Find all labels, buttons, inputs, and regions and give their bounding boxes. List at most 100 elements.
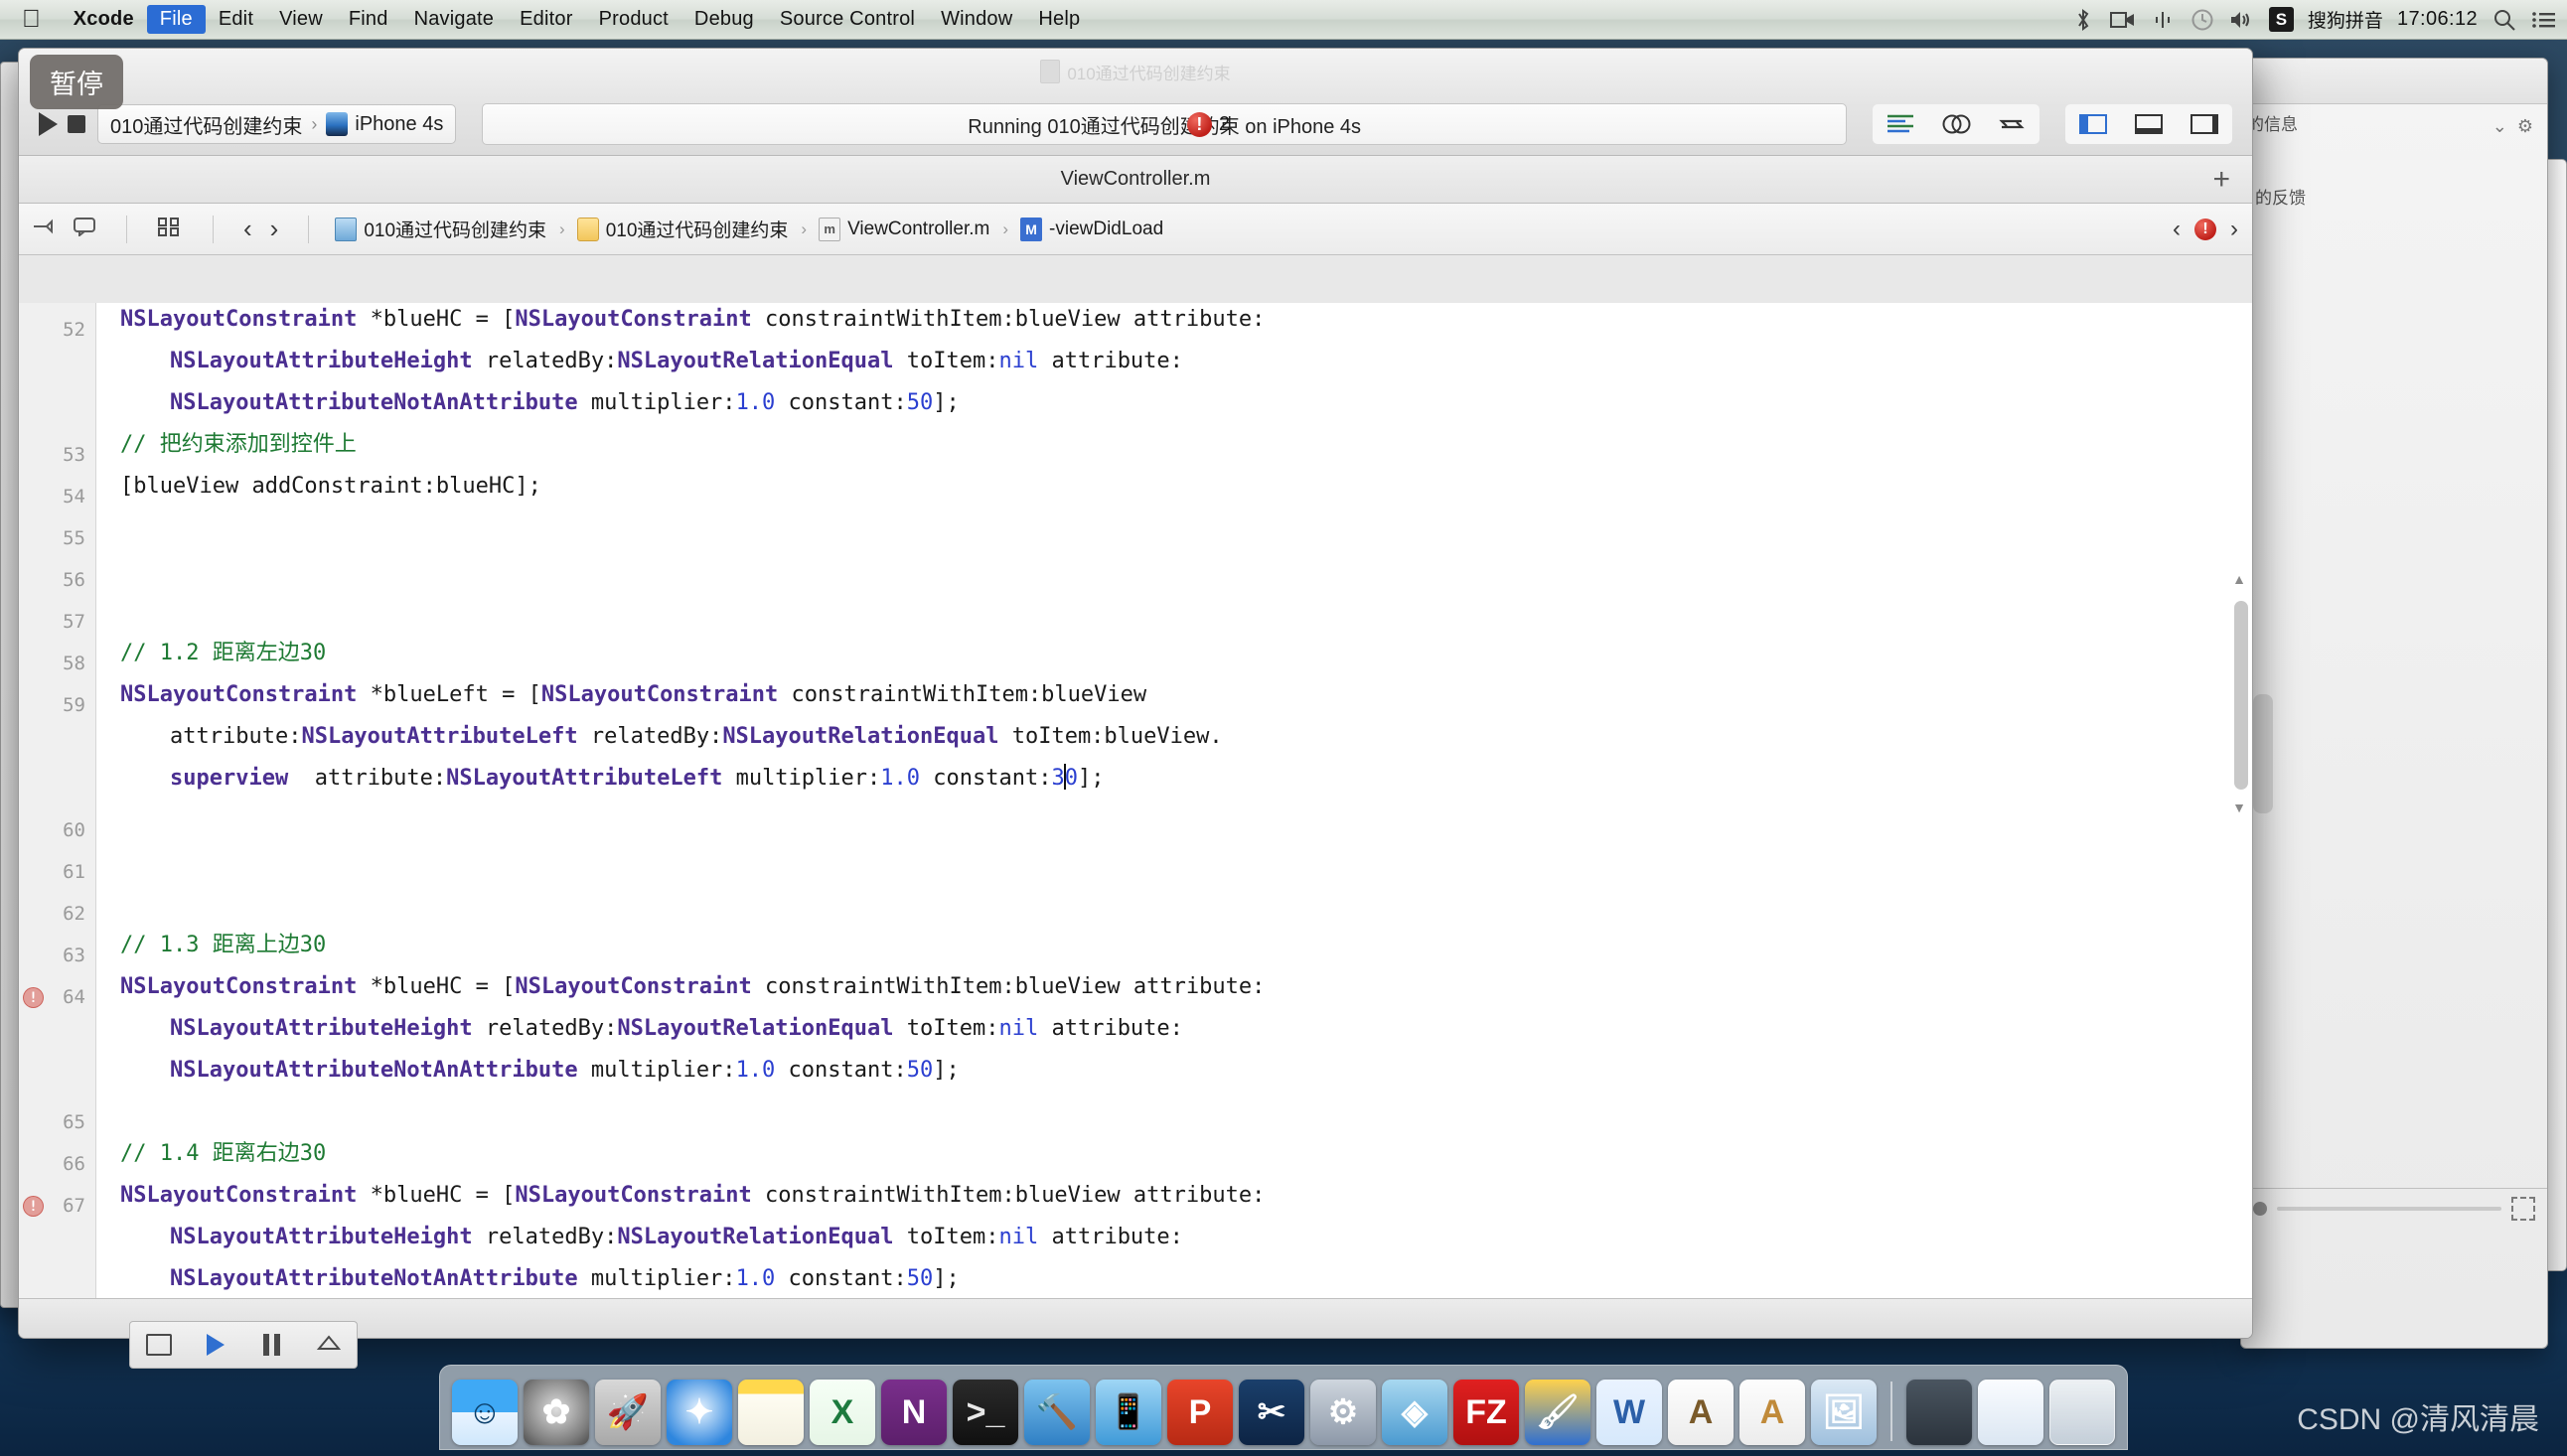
code-line[interactable]: attribute:NSLayoutAttributeLeft relatedB… xyxy=(120,716,2252,758)
gutter-line[interactable]: 59 xyxy=(19,684,95,726)
gutter-line[interactable] xyxy=(19,1268,95,1298)
scroll-down-icon[interactable]: ▼ xyxy=(2232,800,2246,815)
airdrop-icon[interactable] xyxy=(2150,7,2176,33)
issue-prev-button[interactable]: ‹ xyxy=(2173,216,2181,243)
code-line[interactable]: // 1.4 距离右边30 xyxy=(120,1133,2252,1175)
gutter-line[interactable] xyxy=(19,726,95,768)
code-line[interactable] xyxy=(120,508,2252,549)
dock-item-sketch[interactable]: ◈ xyxy=(1382,1380,1447,1445)
apple-logo-icon[interactable]:  xyxy=(22,7,41,32)
plus-icon[interactable]: + xyxy=(2212,165,2230,195)
input-method-badge[interactable]: S xyxy=(2269,7,2294,32)
continue-icon[interactable] xyxy=(196,1329,235,1361)
menu-item-file[interactable]: File xyxy=(147,5,206,34)
gutter-line[interactable] xyxy=(19,1060,95,1101)
menu-item-debug[interactable]: Debug xyxy=(681,5,767,34)
menu-item-source-control[interactable]: Source Control xyxy=(767,5,928,34)
dock-item-trash[interactable] xyxy=(2049,1380,2115,1445)
search-icon[interactable] xyxy=(2492,7,2517,33)
gutter-line[interactable]: 52 xyxy=(19,309,95,351)
gutter-line[interactable]: 56 xyxy=(19,559,95,601)
code-line[interactable]: [blueView addConstraint:blueHC]; xyxy=(120,466,2252,508)
gutter-line[interactable]: 61 xyxy=(19,851,95,893)
gutter-line[interactable]: 60 xyxy=(19,809,95,851)
menu-bar-clock[interactable]: 17:06:12 xyxy=(2397,8,2478,31)
code-line[interactable]: // 1.3 距离上边30 xyxy=(120,925,2252,966)
panel-toggle-group[interactable] xyxy=(2065,104,2232,144)
dock-item-snipaste[interactable]: ✂ xyxy=(1239,1380,1304,1445)
breadcrumb-item-method[interactable]: M -viewDidLoad xyxy=(1020,218,1163,241)
code-line[interactable]: NSLayoutConstraint *blueHC = [NSLayoutCo… xyxy=(120,303,2252,341)
panel-right-icon[interactable] xyxy=(2177,104,2232,144)
dock-item-fontbook-b[interactable]: A xyxy=(1739,1380,1805,1445)
dock-item-notes[interactable] xyxy=(738,1380,804,1445)
back-button[interactable]: ‹ xyxy=(243,214,252,244)
dock-item-charles[interactable]: ⚙ xyxy=(1310,1380,1376,1445)
gutter-line[interactable] xyxy=(19,1227,95,1268)
dock-item-excel[interactable]: X xyxy=(810,1380,875,1445)
console-icon[interactable] xyxy=(139,1329,179,1361)
code-line[interactable] xyxy=(120,591,2252,633)
gutter-line[interactable]: 53 xyxy=(19,434,95,476)
dock-item-terminal[interactable]: >_ xyxy=(953,1380,1018,1445)
dock-item-word[interactable]: W xyxy=(1596,1380,1662,1445)
xcode-tab-bar[interactable]: ViewController.m + xyxy=(19,156,2252,204)
code-line[interactable] xyxy=(120,841,2252,883)
run-stop-group[interactable] xyxy=(39,112,85,136)
comment-bubble-icon[interactable] xyxy=(73,217,96,242)
dock-item-fontbook-a[interactable]: A xyxy=(1668,1380,1734,1445)
menu-item-view[interactable]: View xyxy=(266,5,336,34)
code-line[interactable]: // 把约束添加到控件上 xyxy=(120,424,2252,466)
code-line[interactable]: NSLayoutAttributeNotAnAttribute multipli… xyxy=(120,1258,2252,1298)
related-items-icon[interactable] xyxy=(157,216,183,243)
panel-left-icon[interactable] xyxy=(2065,104,2121,144)
code-line[interactable]: NSLayoutAttributeNotAnAttribute multipli… xyxy=(120,1050,2252,1092)
menu-item-editor[interactable]: Editor xyxy=(507,5,585,34)
code-editor[interactable]: 525354555657585960616263!646566!676869 N… xyxy=(19,303,2252,1298)
dock-item-launchpad[interactable]: 🚀 xyxy=(595,1380,661,1445)
gutter-line[interactable] xyxy=(19,392,95,434)
status-badge[interactable]: ! 2 xyxy=(1187,112,1230,137)
gutter-line[interactable] xyxy=(19,1018,95,1060)
editor-assistant-icon[interactable] xyxy=(1928,104,1984,144)
gutter-line[interactable]: 65 xyxy=(19,1101,95,1143)
gutter-line[interactable]: 54 xyxy=(19,476,95,517)
dock-item-preview[interactable]: 🖼 xyxy=(1811,1380,1877,1445)
scheme-selector[interactable]: 010通过代码创建约束 › iPhone 4s xyxy=(97,104,456,144)
fullscreen-icon[interactable] xyxy=(2511,1197,2535,1221)
xcode-window[interactable]: 010通过代码创建约束 010通过代码创建约束 › iPhone 4s Runn… xyxy=(18,48,2253,1339)
pause-icon[interactable] xyxy=(252,1329,292,1361)
gutter-line[interactable]: 55 xyxy=(19,517,95,559)
debug-control-bar[interactable] xyxy=(129,1321,358,1369)
editor-scrollbar[interactable] xyxy=(2234,601,2248,790)
dock-item-filezilla[interactable]: FZ xyxy=(1453,1380,1519,1445)
source-code-area[interactable]: NSLayoutConstraint *blueHC = [NSLayoutCo… xyxy=(96,303,2252,1298)
gutter-line[interactable]: !64 xyxy=(19,976,95,1018)
chevron-down-icon[interactable]: ⌄ xyxy=(2492,116,2507,137)
stop-square-icon[interactable] xyxy=(68,115,85,133)
notification-center-icon[interactable] xyxy=(2531,7,2557,33)
time-machine-icon[interactable] xyxy=(2190,7,2215,33)
error-marker-icon[interactable]: ! xyxy=(23,1196,44,1217)
gutter-line[interactable]: 66 xyxy=(19,1143,95,1185)
dock-item-onenote[interactable]: N xyxy=(881,1380,947,1445)
forward-button[interactable]: › xyxy=(270,214,279,244)
code-line[interactable]: NSLayoutConstraint *blueLeft = [NSLayout… xyxy=(120,674,2252,716)
menu-item-navigate[interactable]: Navigate xyxy=(401,5,508,34)
menu-item-edit[interactable]: Edit xyxy=(206,5,266,34)
menu-item-product[interactable]: Product xyxy=(586,5,681,34)
menu-item-help[interactable]: Help xyxy=(1025,5,1093,34)
screen-record-icon[interactable] xyxy=(2110,7,2136,33)
breadcrumb-item-file[interactable]: m ViewController.m › xyxy=(819,218,1014,241)
gear-icon[interactable]: ⚙ xyxy=(2517,116,2533,137)
dock-item-parallels[interactable]: P xyxy=(1167,1380,1233,1445)
code-line[interactable] xyxy=(120,549,2252,591)
menu-item-find[interactable]: Find xyxy=(336,5,401,34)
menu-item-window[interactable]: Window xyxy=(928,5,1025,34)
code-line[interactable]: NSLayoutAttributeHeight relatedBy:NSLayo… xyxy=(120,341,2252,382)
bluetooth-icon[interactable] xyxy=(2070,7,2096,33)
run-play-icon[interactable] xyxy=(39,112,58,136)
scroll-up-icon[interactable]: ▲ xyxy=(2232,571,2246,587)
step-over-icon[interactable] xyxy=(309,1329,349,1361)
dock-item-system-preferences[interactable]: ✿ xyxy=(524,1380,589,1445)
